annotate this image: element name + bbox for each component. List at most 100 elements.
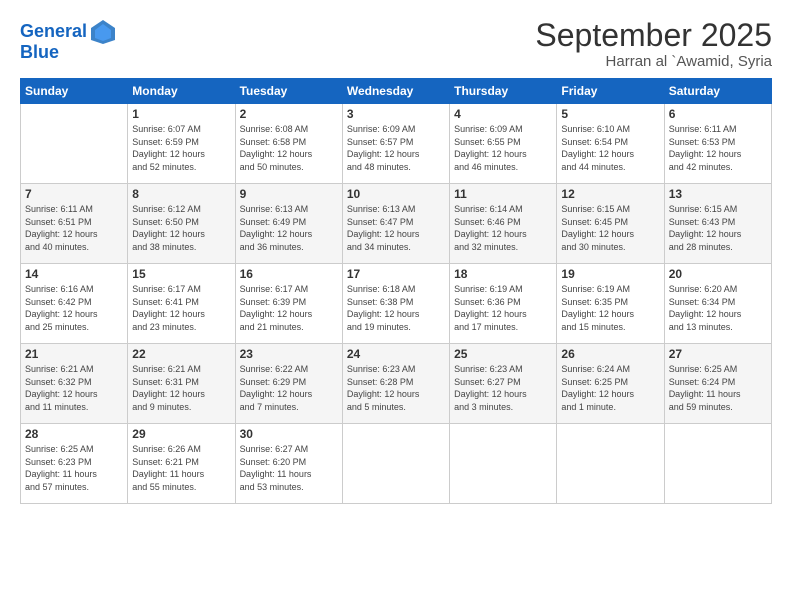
day-number: 14 xyxy=(25,267,123,281)
day-number: 24 xyxy=(347,347,445,361)
day-info: Sunrise: 6:22 AM Sunset: 6:29 PM Dayligh… xyxy=(240,363,338,413)
day-info: Sunrise: 6:25 AM Sunset: 6:23 PM Dayligh… xyxy=(25,443,123,493)
day-cell: 8 Sunrise: 6:12 AM Sunset: 6:50 PM Daylig… xyxy=(128,184,235,264)
day-cell xyxy=(664,424,771,504)
calendar-table: Sunday Monday Tuesday Wednesday Thursday… xyxy=(20,78,772,504)
day-number: 6 xyxy=(669,107,767,121)
day-info: Sunrise: 6:13 AM Sunset: 6:47 PM Dayligh… xyxy=(347,203,445,253)
day-cell: 20 Sunrise: 6:20 AM Sunset: 6:34 PM Dayli… xyxy=(664,264,771,344)
day-info: Sunrise: 6:11 AM Sunset: 6:53 PM Dayligh… xyxy=(669,123,767,173)
day-cell: 12 Sunrise: 6:15 AM Sunset: 6:45 PM Dayli… xyxy=(557,184,664,264)
day-info: Sunrise: 6:20 AM Sunset: 6:34 PM Dayligh… xyxy=(669,283,767,333)
day-info: Sunrise: 6:26 AM Sunset: 6:21 PM Dayligh… xyxy=(132,443,230,493)
title-block: September 2025 Harran al `Awamid, Syria xyxy=(535,18,772,70)
col-sunday: Sunday xyxy=(21,79,128,104)
day-cell: 7Sunrise: 6:11 AM Sunset: 6:51 PM Daylig… xyxy=(21,184,128,264)
day-number: 11 xyxy=(454,187,552,201)
day-number: 25 xyxy=(454,347,552,361)
week-row-2: 7Sunrise: 6:11 AM Sunset: 6:51 PM Daylig… xyxy=(21,184,772,264)
col-saturday: Saturday xyxy=(664,79,771,104)
col-tuesday: Tuesday xyxy=(235,79,342,104)
day-info: Sunrise: 6:19 AM Sunset: 6:36 PM Dayligh… xyxy=(454,283,552,333)
day-number: 15 xyxy=(132,267,230,281)
day-info: Sunrise: 6:10 AM Sunset: 6:54 PM Dayligh… xyxy=(561,123,659,173)
day-cell xyxy=(342,424,449,504)
day-cell: 13Sunrise: 6:15 AM Sunset: 6:43 PM Dayli… xyxy=(664,184,771,264)
day-info: Sunrise: 6:09 AM Sunset: 6:57 PM Dayligh… xyxy=(347,123,445,173)
day-info: Sunrise: 6:15 AM Sunset: 6:45 PM Dayligh… xyxy=(561,203,659,253)
day-number: 4 xyxy=(454,107,552,121)
day-info: Sunrise: 6:13 AM Sunset: 6:49 PM Dayligh… xyxy=(240,203,338,253)
header: General Blue September 2025 Harran al `A… xyxy=(20,18,772,70)
day-cell: 3 Sunrise: 6:09 AM Sunset: 6:57 PM Daylig… xyxy=(342,104,449,184)
day-info: Sunrise: 6:07 AM Sunset: 6:59 PM Dayligh… xyxy=(132,123,230,173)
day-info: Sunrise: 6:24 AM Sunset: 6:25 PM Dayligh… xyxy=(561,363,659,413)
day-cell: 5 Sunrise: 6:10 AM Sunset: 6:54 PM Daylig… xyxy=(557,104,664,184)
day-cell: 19Sunrise: 6:19 AM Sunset: 6:35 PM Dayli… xyxy=(557,264,664,344)
day-cell: 16 Sunrise: 6:17 AM Sunset: 6:39 PM Dayli… xyxy=(235,264,342,344)
day-number: 29 xyxy=(132,427,230,441)
week-row-3: 14 Sunrise: 6:16 AM Sunset: 6:42 PM Dayli… xyxy=(21,264,772,344)
day-number: 8 xyxy=(132,187,230,201)
col-wednesday: Wednesday xyxy=(342,79,449,104)
day-cell: 11 Sunrise: 6:14 AM Sunset: 6:46 PM Dayli… xyxy=(450,184,557,264)
day-cell: 27 Sunrise: 6:25 AM Sunset: 6:24 PM Dayli… xyxy=(664,344,771,424)
logo-icon xyxy=(89,18,117,46)
day-cell: 29 Sunrise: 6:26 AM Sunset: 6:21 PM Dayli… xyxy=(128,424,235,504)
day-cell: 4 Sunrise: 6:09 AM Sunset: 6:55 PM Daylig… xyxy=(450,104,557,184)
col-friday: Friday xyxy=(557,79,664,104)
col-thursday: Thursday xyxy=(450,79,557,104)
day-info: Sunrise: 6:14 AM Sunset: 6:46 PM Dayligh… xyxy=(454,203,552,253)
week-row-5: 28 Sunrise: 6:25 AM Sunset: 6:23 PM Dayli… xyxy=(21,424,772,504)
calendar-subtitle: Harran al `Awamid, Syria xyxy=(535,53,772,70)
day-cell: 17 Sunrise: 6:18 AM Sunset: 6:38 PM Dayli… xyxy=(342,264,449,344)
day-info: Sunrise: 6:23 AM Sunset: 6:27 PM Dayligh… xyxy=(454,363,552,413)
day-info: Sunrise: 6:19 AM Sunset: 6:35 PM Dayligh… xyxy=(561,283,659,333)
day-cell: 1 Sunrise: 6:07 AM Sunset: 6:59 PM Daylig… xyxy=(128,104,235,184)
day-cell: 25 Sunrise: 6:23 AM Sunset: 6:27 PM Dayli… xyxy=(450,344,557,424)
day-number: 3 xyxy=(347,107,445,121)
day-number: 28 xyxy=(25,427,123,441)
day-number: 22 xyxy=(132,347,230,361)
day-number: 9 xyxy=(240,187,338,201)
day-info: Sunrise: 6:21 AM Sunset: 6:32 PM Dayligh… xyxy=(25,363,123,413)
day-number: 21 xyxy=(25,347,123,361)
day-number: 5 xyxy=(561,107,659,121)
day-info: Sunrise: 6:27 AM Sunset: 6:20 PM Dayligh… xyxy=(240,443,338,493)
calendar-title: September 2025 xyxy=(535,18,772,53)
day-cell xyxy=(557,424,664,504)
week-row-4: 21 Sunrise: 6:21 AM Sunset: 6:32 PM Dayli… xyxy=(21,344,772,424)
day-number: 27 xyxy=(669,347,767,361)
day-info: Sunrise: 6:17 AM Sunset: 6:41 PM Dayligh… xyxy=(132,283,230,333)
day-number: 1 xyxy=(132,107,230,121)
day-cell: 26 Sunrise: 6:24 AM Sunset: 6:25 PM Dayli… xyxy=(557,344,664,424)
day-number: 12 xyxy=(561,187,659,201)
col-monday: Monday xyxy=(128,79,235,104)
day-cell xyxy=(21,104,128,184)
day-info: Sunrise: 6:18 AM Sunset: 6:38 PM Dayligh… xyxy=(347,283,445,333)
day-info: Sunrise: 6:25 AM Sunset: 6:24 PM Dayligh… xyxy=(669,363,767,413)
day-cell: 24Sunrise: 6:23 AM Sunset: 6:28 PM Dayli… xyxy=(342,344,449,424)
logo: General Blue xyxy=(20,18,117,63)
day-number: 20 xyxy=(669,267,767,281)
day-info: Sunrise: 6:21 AM Sunset: 6:31 PM Dayligh… xyxy=(132,363,230,413)
day-cell: 10 Sunrise: 6:13 AM Sunset: 6:47 PM Dayli… xyxy=(342,184,449,264)
day-number: 16 xyxy=(240,267,338,281)
day-cell: 18 Sunrise: 6:19 AM Sunset: 6:36 PM Dayli… xyxy=(450,264,557,344)
day-number: 26 xyxy=(561,347,659,361)
day-cell: 23 Sunrise: 6:22 AM Sunset: 6:29 PM Dayli… xyxy=(235,344,342,424)
day-number: 17 xyxy=(347,267,445,281)
day-info: Sunrise: 6:16 AM Sunset: 6:42 PM Dayligh… xyxy=(25,283,123,333)
day-number: 23 xyxy=(240,347,338,361)
day-cell: 21 Sunrise: 6:21 AM Sunset: 6:32 PM Dayli… xyxy=(21,344,128,424)
day-cell: 30Sunrise: 6:27 AM Sunset: 6:20 PM Dayli… xyxy=(235,424,342,504)
day-cell: 2Sunrise: 6:08 AM Sunset: 6:58 PM Daylig… xyxy=(235,104,342,184)
day-cell xyxy=(450,424,557,504)
day-cell: 14 Sunrise: 6:16 AM Sunset: 6:42 PM Dayli… xyxy=(21,264,128,344)
day-number: 18 xyxy=(454,267,552,281)
day-info: Sunrise: 6:17 AM Sunset: 6:39 PM Dayligh… xyxy=(240,283,338,333)
day-info: Sunrise: 6:12 AM Sunset: 6:50 PM Dayligh… xyxy=(132,203,230,253)
day-cell: 6 Sunrise: 6:11 AM Sunset: 6:53 PM Daylig… xyxy=(664,104,771,184)
day-number: 10 xyxy=(347,187,445,201)
day-info: Sunrise: 6:09 AM Sunset: 6:55 PM Dayligh… xyxy=(454,123,552,173)
